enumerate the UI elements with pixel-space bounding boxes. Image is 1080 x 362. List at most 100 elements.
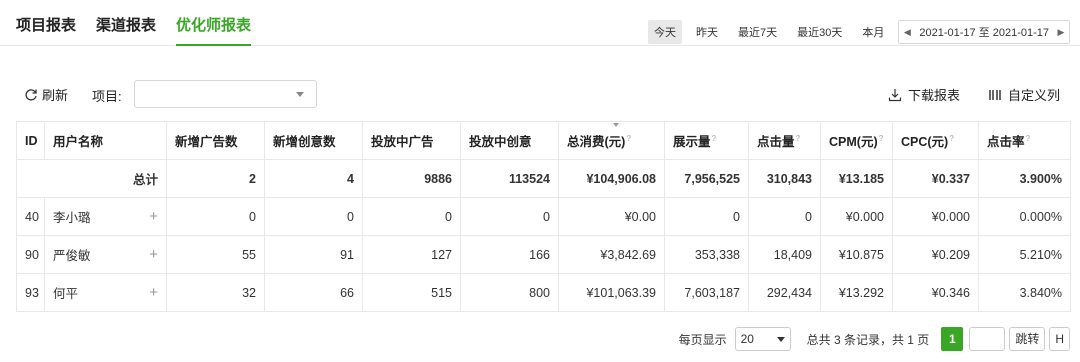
date-today-button[interactable]: 今天 bbox=[647, 20, 682, 44]
report-tabs: 项目报表 渠道报表 优化师报表 bbox=[16, 14, 271, 46]
tab-project-report[interactable]: 项目报表 bbox=[16, 14, 76, 46]
col-header-name[interactable]: 用户名称 bbox=[44, 121, 167, 160]
report-header: 项目报表 渠道报表 优化师报表 今天 昨天 最近7天 最近30天 本月 ◀ 20… bbox=[0, 0, 1080, 46]
download-icon bbox=[888, 88, 902, 101]
refresh-label: 刷新 bbox=[42, 88, 69, 103]
pagination: 每页显示 20 总共 3 条记录，共 1 页 1 跳转 H bbox=[679, 327, 1070, 351]
refresh-button[interactable]: 刷新 bbox=[24, 85, 68, 104]
sort-indicator-icon bbox=[613, 123, 619, 127]
row-ctr: 5.210% bbox=[978, 235, 1071, 274]
row-ctr: 0.000% bbox=[978, 197, 1071, 236]
row-clicks: 292,434 bbox=[748, 273, 821, 312]
row-name-cell: 严俊敏 + bbox=[44, 235, 167, 274]
row-name: 李小璐 bbox=[53, 211, 91, 225]
custom-columns-button[interactable]: 自定义列 bbox=[988, 85, 1060, 104]
project-select[interactable] bbox=[134, 80, 317, 108]
date-this-month-button[interactable]: 本月 bbox=[856, 20, 890, 44]
prev-day-icon[interactable]: ◀ bbox=[899, 27, 915, 38]
row-id: 90 bbox=[16, 235, 45, 274]
columns-icon bbox=[989, 89, 1001, 100]
summary-ctr: 3.900% bbox=[978, 159, 1071, 198]
table-header-row: ID 用户名称 新增广告数 新增创意数 投放中广告 投放中创意 总消费(元)? … bbox=[16, 121, 1071, 160]
row-active-ads: 515 bbox=[362, 273, 461, 312]
date-range-picker[interactable]: ◀ 2021-01-17 至 2021-01-17 ▶ bbox=[898, 20, 1070, 44]
row-new-creatives: 0 bbox=[264, 197, 363, 236]
row-new-ads: 32 bbox=[166, 273, 265, 312]
row-clicks: 0 bbox=[748, 197, 821, 236]
jump-button[interactable]: 跳转 bbox=[1009, 327, 1046, 351]
row-new-ads: 0 bbox=[166, 197, 265, 236]
col-header-cpc[interactable]: CPC(元)? bbox=[892, 121, 979, 160]
date-range-text[interactable]: 2021-01-17 至 2021-01-17 bbox=[915, 24, 1053, 40]
total-records-text: 总共 3 条记录，共 1 页 bbox=[806, 332, 930, 347]
download-label: 下载报表 bbox=[907, 88, 960, 103]
col-header-new-creatives[interactable]: 新增创意数 bbox=[264, 121, 363, 160]
col-header-ctr[interactable]: 点击率? bbox=[978, 121, 1071, 160]
summary-new-creatives: 4 bbox=[264, 159, 363, 198]
col-header-active-creatives[interactable]: 投放中创意 bbox=[460, 121, 559, 160]
toolbar: 刷新 项目: 下载报表 自定义列 bbox=[16, 80, 1066, 108]
tab-optimizer-report[interactable]: 优化师报表 bbox=[176, 14, 252, 46]
row-id: 93 bbox=[16, 273, 45, 312]
date-last30-button[interactable]: 最近30天 bbox=[791, 20, 848, 44]
table-row: 93 何平 + 32 66 515 800 ¥101,063.39 7,603,1… bbox=[16, 273, 1071, 312]
help-icon[interactable]: ? bbox=[626, 134, 631, 143]
row-cpc: ¥0.209 bbox=[892, 235, 979, 274]
row-cost: ¥0.00 bbox=[558, 197, 665, 236]
row-cpm: ¥10.875 bbox=[820, 235, 893, 274]
col-header-id[interactable]: ID bbox=[16, 121, 45, 160]
row-active-creatives: 0 bbox=[460, 197, 559, 236]
row-impressions: 0 bbox=[664, 197, 749, 236]
help-icon[interactable]: ? bbox=[879, 134, 884, 143]
row-ctr: 3.840% bbox=[978, 273, 1071, 312]
summary-active-ads: 9886 bbox=[362, 159, 461, 198]
project-label: 项目: bbox=[92, 89, 122, 104]
row-cpc: ¥0.346 bbox=[892, 273, 979, 312]
summary-row: 总计 2 4 9886 113524 ¥104,906.08 7,956,525… bbox=[16, 159, 1071, 198]
summary-active-creatives: 113524 bbox=[460, 159, 559, 198]
table-row: 40 李小璐 + 0 0 0 0 ¥0.00 0 0 ¥0.000 ¥0.000 … bbox=[16, 197, 1071, 236]
download-report-button[interactable]: 下载报表 bbox=[888, 85, 960, 104]
row-active-ads: 127 bbox=[362, 235, 461, 274]
expand-plus-icon[interactable]: + bbox=[149, 246, 158, 263]
per-page-select[interactable]: 20 bbox=[734, 327, 791, 351]
per-page-label: 每页显示 bbox=[678, 332, 727, 347]
next-day-icon[interactable]: ▶ bbox=[1053, 27, 1069, 38]
col-header-cpm[interactable]: CPM(元)? bbox=[820, 121, 893, 160]
extra-pager-button[interactable]: H bbox=[1049, 327, 1070, 351]
help-icon[interactable]: ? bbox=[949, 134, 954, 143]
date-filter: 今天 昨天 最近7天 最近30天 本月 ◀ 2021-01-17 至 2021-… bbox=[640, 20, 1070, 44]
row-name-cell: 李小璐 + bbox=[44, 197, 167, 236]
expand-plus-icon[interactable]: + bbox=[149, 284, 158, 301]
row-impressions: 7,603,187 bbox=[664, 273, 749, 312]
page-1-button[interactable]: 1 bbox=[941, 327, 964, 351]
help-icon[interactable]: ? bbox=[712, 134, 717, 143]
col-header-new-ads[interactable]: 新增广告数 bbox=[166, 121, 265, 160]
date-last7-button[interactable]: 最近7天 bbox=[732, 20, 783, 44]
summary-new-ads: 2 bbox=[166, 159, 265, 198]
summary-label: 总计 bbox=[16, 159, 167, 198]
summary-cost: ¥104,906.08 bbox=[558, 159, 665, 198]
date-yesterday-button[interactable]: 昨天 bbox=[690, 20, 724, 44]
summary-cpc: ¥0.337 bbox=[892, 159, 979, 198]
col-header-cost[interactable]: 总消费(元)? bbox=[558, 121, 665, 160]
expand-plus-icon[interactable]: + bbox=[149, 208, 158, 225]
chevron-down-icon bbox=[776, 336, 785, 342]
col-header-impressions[interactable]: 展示量? bbox=[664, 121, 749, 160]
row-active-ads: 0 bbox=[362, 197, 461, 236]
row-new-creatives: 66 bbox=[264, 273, 363, 312]
jump-page-input[interactable] bbox=[969, 327, 1006, 351]
help-icon[interactable]: ? bbox=[1026, 134, 1031, 143]
help-icon[interactable]: ? bbox=[796, 134, 801, 143]
row-cpm: ¥13.292 bbox=[820, 273, 893, 312]
report-table: ID 用户名称 新增广告数 新增创意数 投放中广告 投放中创意 总消费(元)? … bbox=[16, 121, 1071, 312]
row-clicks: 18,409 bbox=[748, 235, 821, 274]
per-page-value: 20 bbox=[740, 332, 754, 346]
tab-channel-report[interactable]: 渠道报表 bbox=[96, 14, 156, 46]
col-header-clicks[interactable]: 点击量? bbox=[748, 121, 821, 160]
toolbar-actions: 下载报表 自定义列 bbox=[860, 85, 1060, 104]
row-active-creatives: 166 bbox=[460, 235, 559, 274]
row-cost: ¥101,063.39 bbox=[558, 273, 665, 312]
summary-impressions: 7,956,525 bbox=[664, 159, 749, 198]
col-header-active-ads[interactable]: 投放中广告 bbox=[362, 121, 461, 160]
